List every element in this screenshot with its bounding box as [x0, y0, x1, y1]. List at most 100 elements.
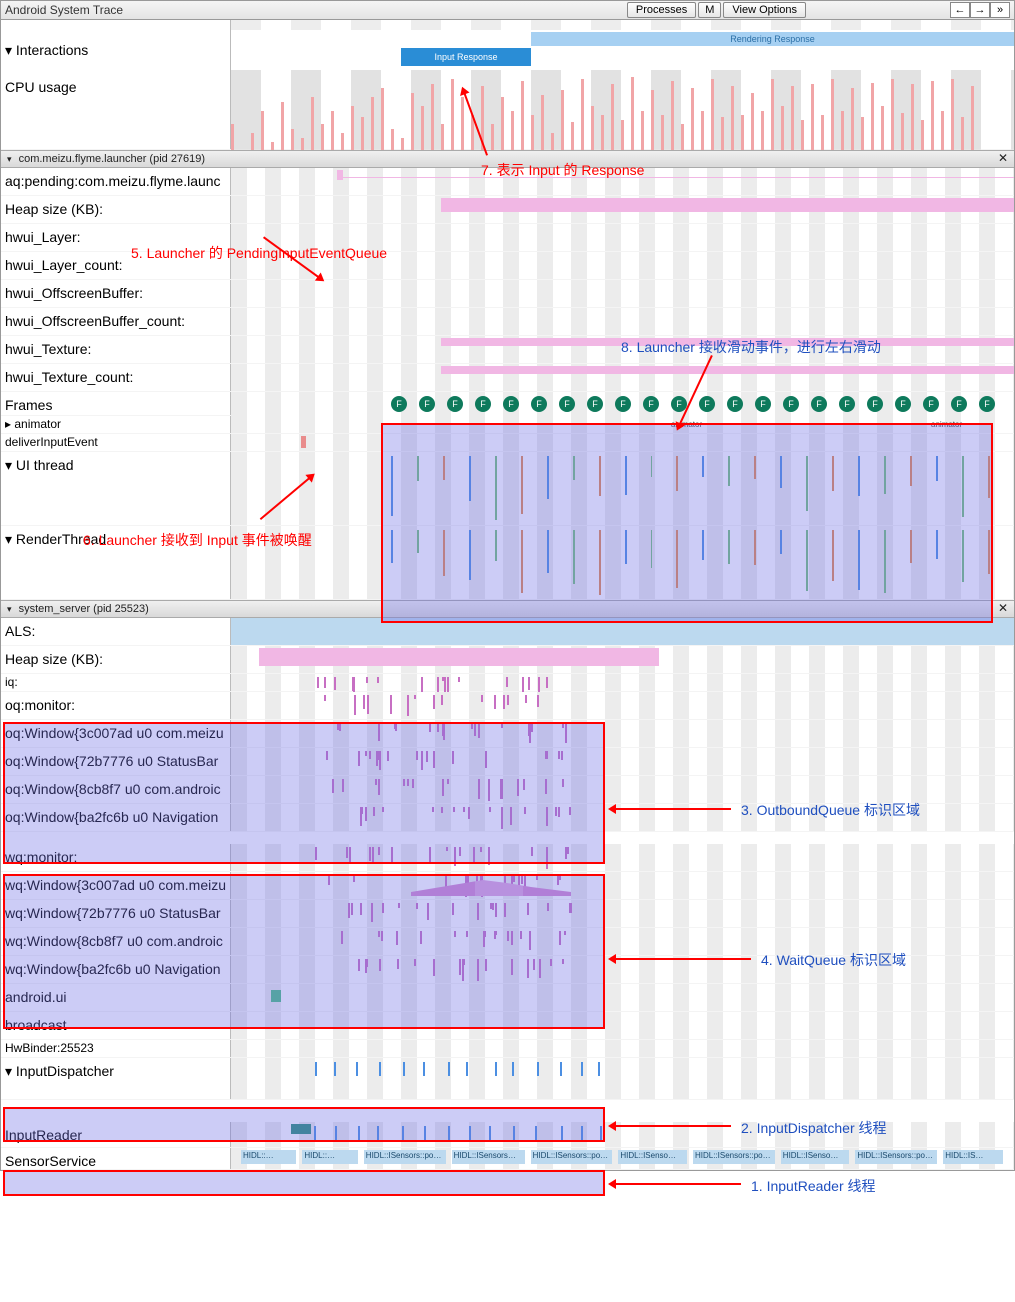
track-lane[interactable]: HIDL::… HIDL::… HIDL::ISensors::po… HIDL::I…	[231, 1148, 1014, 1169]
track-lane[interactable]	[231, 692, 1014, 719]
row-label[interactable]: android.ui	[1, 984, 231, 1011]
hidl-span[interactable]: HIDL::ISensors…	[452, 1150, 525, 1164]
row-label[interactable]: Heap size (KB):	[1, 196, 231, 223]
track-lane[interactable]	[231, 308, 1014, 335]
track-lane[interactable]	[231, 844, 1014, 871]
frame-circle-icon[interactable]: F	[559, 396, 575, 412]
hidl-span[interactable]: HIDL::ISensors::po…	[855, 1150, 937, 1164]
row-label[interactable]: ▸ animator	[1, 416, 231, 433]
hidl-span[interactable]: HIDL::ISensors::po…	[364, 1150, 446, 1164]
row-label[interactable]: SensorService	[1, 1148, 231, 1169]
rendering-response-span[interactable]: Rendering Response	[531, 32, 1014, 46]
track-lane[interactable]	[231, 984, 1014, 1011]
track-lane[interactable]	[231, 646, 1014, 673]
row-label[interactable]: Heap size (KB):	[1, 646, 231, 673]
interactions-label[interactable]: ▾ Interactions	[5, 42, 226, 59]
frame-circle-icon[interactable]: F	[419, 396, 435, 412]
row-label[interactable]: hwui_Texture:	[1, 336, 231, 363]
hidl-span[interactable]: HIDL::…	[302, 1150, 357, 1164]
track-lane[interactable]	[231, 720, 1014, 747]
hidl-span[interactable]: HIDL::…	[241, 1150, 296, 1164]
frame-circle-icon[interactable]: F	[783, 396, 799, 412]
section-header-system-server[interactable]: system_server (pid 25523) ✕	[1, 600, 1014, 618]
frame-circle-icon[interactable]: F	[895, 396, 911, 412]
processes-button[interactable]: Processes	[627, 2, 696, 18]
track-lane[interactable]	[231, 196, 1014, 223]
track-lane[interactable]	[231, 900, 1014, 927]
hidl-span[interactable]: HIDL::ISensors::po…	[531, 1150, 613, 1164]
track-lane[interactable]	[231, 674, 1014, 691]
track-lane[interactable]	[231, 452, 1014, 525]
row-label[interactable]: deliverInputEvent	[1, 434, 231, 451]
row-label[interactable]: oq:Window{72b7776 u0 StatusBar	[1, 748, 231, 775]
hidl-span[interactable]: HIDL::ISenso…	[618, 1150, 687, 1164]
frame-circle-icon[interactable]: F	[811, 396, 827, 412]
frame-circle-icon[interactable]: F	[979, 396, 995, 412]
row-label[interactable]: oq:Window{3c007ad u0 com.meizu	[1, 720, 231, 747]
close-section-icon[interactable]: ✕	[998, 151, 1008, 165]
frame-circle-icon[interactable]: F	[447, 396, 463, 412]
row-label[interactable]: wq:Window{3c007ad u0 com.meizu	[1, 872, 231, 899]
nav-back-button[interactable]: ←	[950, 2, 970, 18]
frame-circle-icon[interactable]: F	[643, 396, 659, 412]
track-lane[interactable]	[231, 434, 1014, 451]
row-label[interactable]: Frames	[1, 392, 231, 415]
track-lane[interactable]	[231, 364, 1014, 391]
row-label[interactable]: wq:Window{8cb8f7 u0 com.androic	[1, 928, 231, 955]
track-lane[interactable]: FFFFFFFFFFFFFFFFFFFFFF	[231, 392, 1014, 418]
track-lane[interactable]	[231, 748, 1014, 775]
metrics-button[interactable]: M	[698, 2, 721, 18]
hidl-span[interactable]: HIDL::IS…	[943, 1150, 1003, 1164]
hidl-span[interactable]: HIDL::ISensors::po…	[693, 1150, 775, 1164]
frame-circle-icon[interactable]: F	[727, 396, 743, 412]
row-label[interactable]: hwui_OffscreenBuffer_count:	[1, 308, 231, 335]
row-label[interactable]: iq:	[1, 674, 231, 691]
frame-circle-icon[interactable]: F	[475, 396, 491, 412]
frame-circle-icon[interactable]: F	[755, 396, 771, 412]
nav-forward-button[interactable]: →	[970, 2, 990, 18]
view-options-button[interactable]: View Options	[723, 2, 806, 18]
track-lane[interactable]: animatoranimator	[231, 416, 1014, 433]
hidl-span[interactable]: HIDL::ISenso…	[781, 1150, 850, 1164]
row-label[interactable]: ▾ UI thread	[1, 452, 231, 525]
row-label[interactable]: wq:monitor:	[1, 844, 231, 871]
row-label[interactable]: oq:Window{ba2fc6b u0 Navigation	[1, 804, 231, 831]
close-section-icon[interactable]: ✕	[998, 601, 1008, 615]
row-label[interactable]: oq:Window{8cb8f7 u0 com.androic	[1, 776, 231, 803]
track-lane[interactable]	[231, 872, 1014, 899]
row-label[interactable]: ALS:	[1, 618, 231, 645]
row-label[interactable]: broadcast	[1, 1012, 231, 1039]
track-lane[interactable]	[231, 1058, 1014, 1099]
frame-circle-icon[interactable]: F	[531, 396, 547, 412]
row-label[interactable]: HwBinder:25523	[1, 1040, 231, 1057]
track-lane[interactable]	[231, 280, 1014, 307]
frame-circle-icon[interactable]: F	[587, 396, 603, 412]
row-label[interactable]: wq:Window{ba2fc6b u0 Navigation	[1, 956, 231, 983]
row-label[interactable]: ▾ InputDispatcher	[1, 1058, 231, 1099]
row-label[interactable]: oq:monitor:	[1, 692, 231, 719]
frame-circle-icon[interactable]: F	[923, 396, 939, 412]
row-label[interactable]: InputReader	[1, 1122, 231, 1147]
frame-circle-icon[interactable]: F	[951, 396, 967, 412]
frame-circle-icon[interactable]: F	[391, 396, 407, 412]
cpu-usage-lane[interactable]	[231, 70, 1014, 160]
frame-circle-icon[interactable]: F	[699, 396, 715, 412]
frame-circle-icon[interactable]: F	[867, 396, 883, 412]
annotation-1: 1. InputReader 线程	[751, 1176, 876, 1196]
track-lane[interactable]	[231, 526, 1014, 599]
frame-circle-icon[interactable]: F	[615, 396, 631, 412]
track-lane[interactable]	[231, 618, 1014, 645]
nav-more-button[interactable]: »	[990, 2, 1010, 18]
row-label[interactable]: hwui_OffscreenBuffer:	[1, 280, 231, 307]
input-response-span[interactable]: Input Response	[401, 48, 531, 66]
track-lane[interactable]	[231, 776, 1014, 803]
track-lane[interactable]	[231, 1012, 1014, 1039]
interactions-lane[interactable]: Rendering Response Input Response	[231, 30, 1014, 70]
track-lane[interactable]	[231, 1040, 1014, 1057]
frame-circle-icon[interactable]: F	[503, 396, 519, 412]
row-label[interactable]: hwui_Texture_count:	[1, 364, 231, 391]
row-label[interactable]: aq:pending:com.meizu.flyme.launc	[1, 168, 231, 195]
frame-circle-icon[interactable]: F	[839, 396, 855, 412]
main-trace-view[interactable]: ,200 ms |1,300 ms |1,400 ms |1,500 ms |1…	[0, 20, 1015, 1171]
row-label[interactable]: wq:Window{72b7776 u0 StatusBar	[1, 900, 231, 927]
